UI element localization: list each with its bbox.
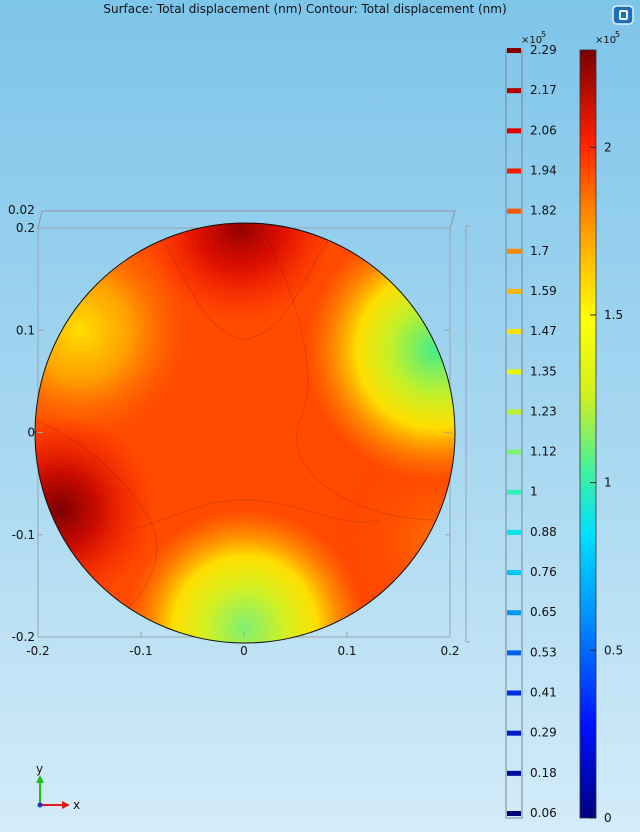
contour-level-swatch <box>507 570 521 576</box>
triad-x-label: x <box>73 798 80 812</box>
contour-level-swatch <box>507 449 521 455</box>
contour-legend: ×10 5 2.292.172.061.941.821.71.591.471.3… <box>505 30 557 820</box>
x-tick-label: 0 <box>240 644 248 658</box>
contour-level-label: 1.23 <box>530 404 557 418</box>
contour-level-label: 1.47 <box>530 324 557 338</box>
colorbar-tick-label: 0 <box>604 811 612 825</box>
contour-level-label: 0.18 <box>530 766 557 780</box>
contour-level-label: 2.06 <box>530 123 557 137</box>
contour-level-label: 1.94 <box>530 163 557 177</box>
y-tick-label: -0.1 <box>12 528 35 542</box>
contour-level-swatch <box>507 208 521 214</box>
colorbar-tick-label: 1 <box>604 476 612 490</box>
contour-legend-frame <box>505 49 523 819</box>
colorbar-exponent: 5 <box>615 30 620 39</box>
axis-triad: y x <box>36 762 80 812</box>
contour-level-label: 0.53 <box>530 645 557 659</box>
contour-level-label: 0.88 <box>530 525 557 539</box>
contour-level-swatch <box>507 770 521 776</box>
triad-y-label: y <box>36 762 43 776</box>
contour-level-swatch <box>507 690 521 696</box>
contour-level-swatch <box>507 489 521 495</box>
y-tick-label: -0.2 <box>12 630 35 644</box>
contour-level-swatch <box>507 329 521 335</box>
colorbar-bar <box>579 49 597 819</box>
contour-level-swatch <box>507 48 521 53</box>
contour-level-label: 1.59 <box>530 284 557 298</box>
plot-canvas: Surface: Total displacement (nm) Contour… <box>8 2 623 825</box>
contour-level-label: 0.29 <box>530 726 557 740</box>
y-tick-label: 0.2 <box>16 221 35 235</box>
contour-level-swatch <box>507 88 521 94</box>
surface-plot <box>35 223 455 643</box>
colorbar-tick-label: 2 <box>604 140 612 154</box>
contour-level-swatch <box>507 409 521 415</box>
corner-label: 0.02 <box>8 203 35 217</box>
colorbar-tick-label: 1.5 <box>604 308 623 322</box>
contour-level-swatch <box>507 369 521 375</box>
app-logo-icon <box>612 5 634 25</box>
contour-level-label: 0.06 <box>530 806 557 820</box>
triad-z-dot <box>37 802 43 808</box>
contour-level-swatch <box>507 168 521 174</box>
contour-level-swatch <box>507 811 521 816</box>
contour-level-swatch <box>507 610 521 616</box>
contour-level-label: 2.29 <box>530 43 557 57</box>
contour-level-swatch <box>507 128 521 134</box>
contour-level-label: 1.7 <box>530 244 549 258</box>
contour-level-label: 1.12 <box>530 445 557 459</box>
x-tick-label: -0.2 <box>26 644 49 658</box>
x-tick-label: 0.1 <box>337 644 356 658</box>
contour-level-swatch <box>507 248 521 254</box>
contour-level-swatch <box>507 288 521 294</box>
y-tick-label: 0 <box>27 426 35 440</box>
contour-level-swatch <box>507 650 521 656</box>
contour-level-label: 1.35 <box>530 364 557 378</box>
triad-x-arrowhead <box>62 801 70 809</box>
colorbar-multiplier: ×10 <box>595 35 616 46</box>
colorbar: ×10 5 0 0.5 1 1.5 2 <box>579 30 623 825</box>
contour-level-label: 2.17 <box>530 83 557 97</box>
contour-legend-exponent: 5 <box>541 30 546 39</box>
chart-title: Surface: Total displacement (nm) Contour… <box>103 2 506 16</box>
contour-level-label: 0.41 <box>530 686 557 700</box>
contour-level-label: 1 <box>530 485 538 499</box>
triad-y-arrowhead <box>36 775 44 783</box>
x-tick-label: 0.2 <box>440 644 459 658</box>
y-tick-label: 0.1 <box>16 323 35 337</box>
colorbar-tick-label: 0.5 <box>604 643 623 657</box>
contour-level-label: 0.65 <box>530 605 557 619</box>
contour-level-swatch <box>507 730 521 736</box>
contour-level-swatch <box>507 529 521 535</box>
contour-level-label: 1.82 <box>530 204 557 218</box>
x-tick-label: -0.1 <box>129 644 152 658</box>
contour-level-label: 0.76 <box>530 565 557 579</box>
